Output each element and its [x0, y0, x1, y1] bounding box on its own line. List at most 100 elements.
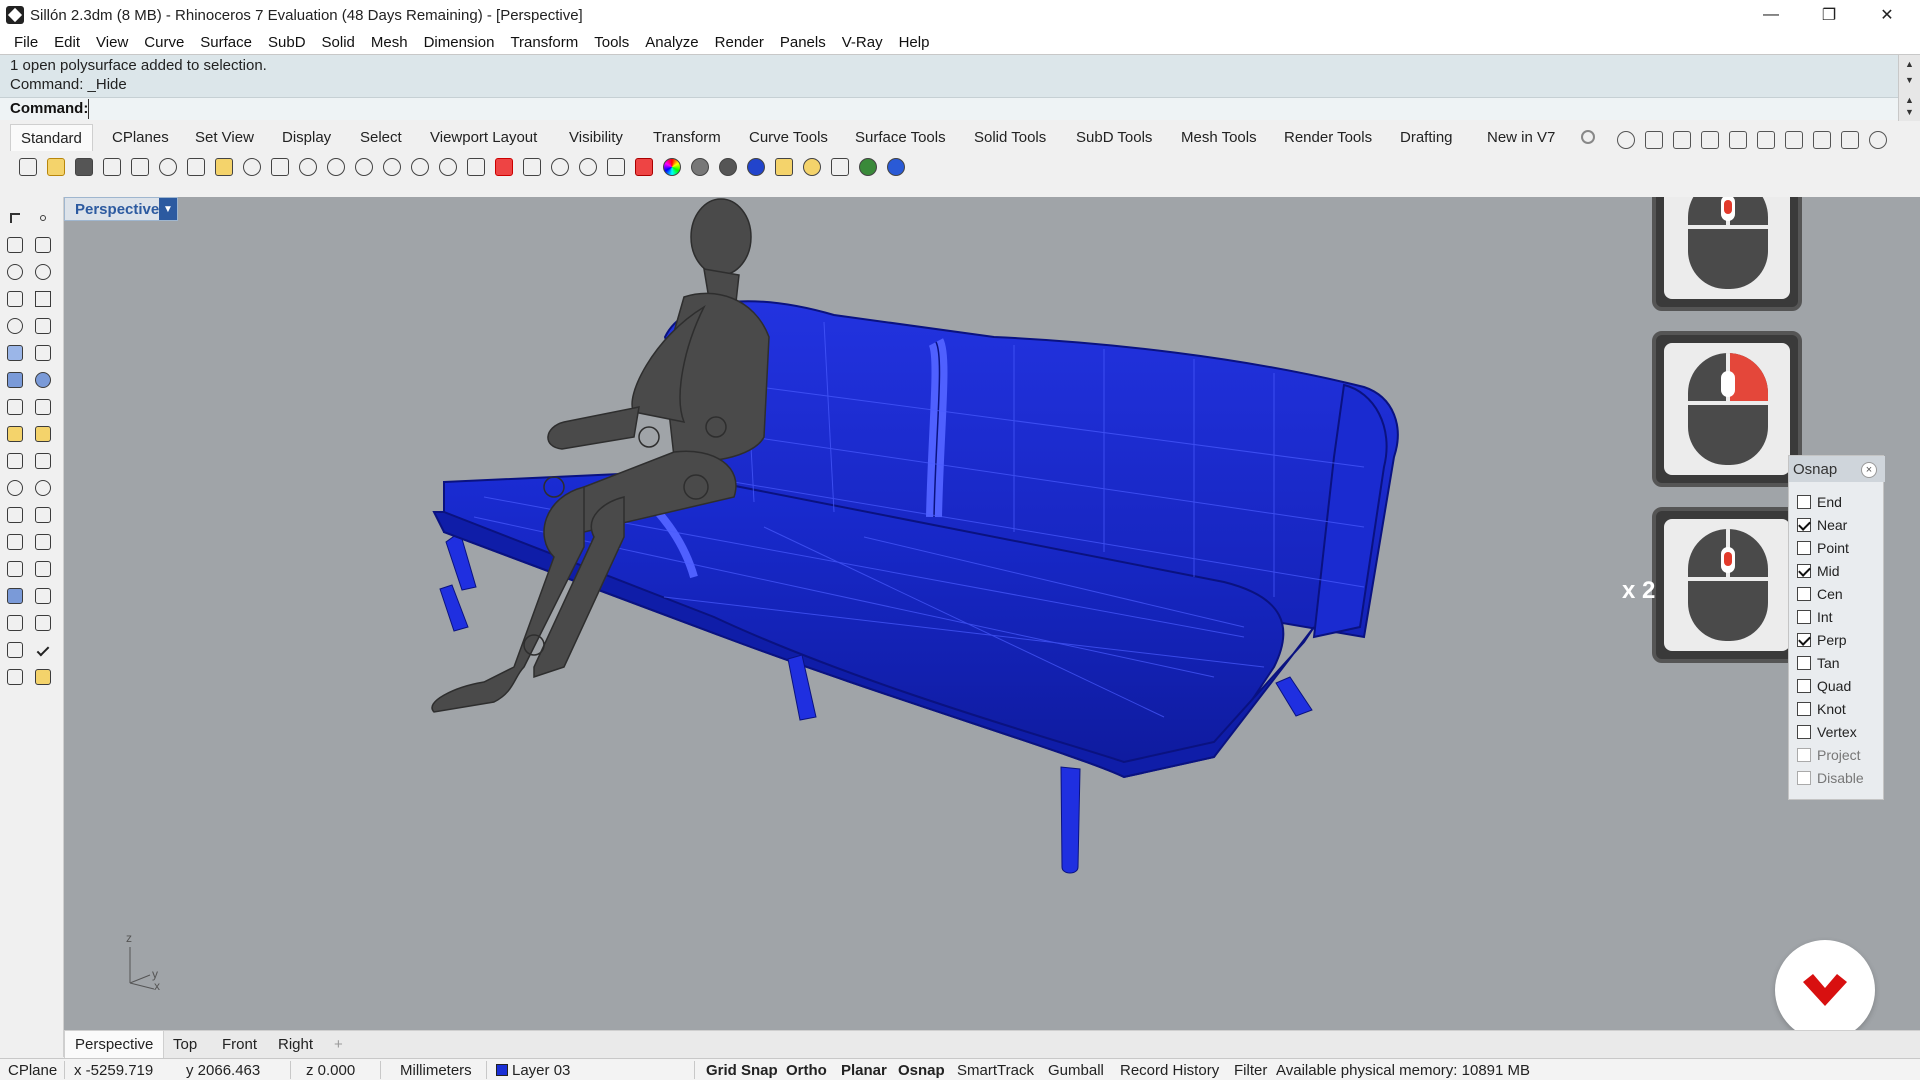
- osnap-project[interactable]: Project: [1797, 745, 1861, 765]
- grid-array-icon[interactable]: [4, 612, 26, 634]
- point-icon[interactable]: [32, 207, 54, 229]
- surface-edge-icon[interactable]: [32, 342, 54, 364]
- tab-cplanes[interactable]: CPlanes: [112, 129, 169, 146]
- show-icon[interactable]: [546, 154, 574, 180]
- zoom-in-icon[interactable]: [322, 154, 350, 180]
- tab-curve-tools[interactable]: Curve Tools: [749, 129, 828, 146]
- status-grid-snap[interactable]: Grid Snap: [706, 1062, 778, 1079]
- vtab-top[interactable]: Top: [173, 1036, 197, 1053]
- cone-icon[interactable]: [1724, 127, 1752, 153]
- open-icon[interactable]: [42, 154, 70, 180]
- check-icon[interactable]: [32, 639, 54, 661]
- menu-edit[interactable]: Edit: [46, 34, 88, 51]
- paint-icon[interactable]: [32, 666, 54, 688]
- analyze-icon[interactable]: [32, 612, 54, 634]
- menu-transform[interactable]: Transform: [502, 34, 586, 51]
- vtab-front[interactable]: Front: [222, 1036, 257, 1053]
- tab-mesh-tools[interactable]: Mesh Tools: [1181, 129, 1257, 146]
- mirror-icon[interactable]: [32, 585, 54, 607]
- menu-surface[interactable]: Surface: [192, 34, 260, 51]
- hand-icon[interactable]: [1836, 127, 1864, 153]
- osnap-int[interactable]: Int: [1797, 607, 1833, 627]
- menu-file[interactable]: File: [6, 34, 46, 51]
- scroll-down-icon[interactable]: ▼: [1905, 75, 1914, 85]
- osnap-tan[interactable]: Tan: [1797, 653, 1840, 673]
- perspective-viewport[interactable]: Perspective ▼ x 2 Osnap × End Near Point…: [64, 197, 1920, 1030]
- filter-icon[interactable]: [770, 154, 798, 180]
- mesh-tool-icon[interactable]: [32, 396, 54, 418]
- tab-solid-tools[interactable]: Solid Tools: [974, 129, 1046, 146]
- dimension-icon[interactable]: [4, 450, 26, 472]
- osnap-knot[interactable]: Knot: [1797, 699, 1846, 719]
- blue-sphere-icon[interactable]: [742, 154, 770, 180]
- draft-tool-icon[interactable]: [32, 423, 54, 445]
- tab-standard[interactable]: Standard: [10, 124, 93, 151]
- boolean-icon[interactable]: [32, 369, 54, 391]
- zoom-selected-icon[interactable]: [406, 154, 434, 180]
- arc-icon[interactable]: [4, 288, 26, 310]
- box-icon[interactable]: [1640, 127, 1668, 153]
- tab-select[interactable]: Select: [360, 129, 402, 146]
- save-icon[interactable]: [70, 154, 98, 180]
- tab-transform[interactable]: Transform: [653, 129, 721, 146]
- sub-icon[interactable]: [1780, 127, 1808, 153]
- polygon-icon[interactable]: [4, 315, 26, 337]
- menu-curve[interactable]: Curve: [136, 34, 192, 51]
- object-properties-icon[interactable]: [1612, 127, 1640, 153]
- tab-display[interactable]: Display: [282, 129, 331, 146]
- group-icon[interactable]: [4, 477, 26, 499]
- rotate-view-icon[interactable]: [294, 154, 322, 180]
- surface-icon[interactable]: [4, 342, 26, 364]
- status-record-history[interactable]: Record History: [1120, 1062, 1219, 1079]
- osnap-header[interactable]: Osnap ×: [1789, 456, 1885, 482]
- zoom-extents-icon[interactable]: [378, 154, 406, 180]
- menu-mesh[interactable]: Mesh: [363, 34, 416, 51]
- add-viewport-tab-icon[interactable]: +: [334, 1036, 343, 1053]
- close-button[interactable]: ✕: [1858, 0, 1916, 30]
- osnap-cen[interactable]: Cen: [1797, 584, 1843, 604]
- settings-icon[interactable]: [798, 154, 826, 180]
- cut-icon[interactable]: [154, 154, 182, 180]
- paste-icon[interactable]: [210, 154, 238, 180]
- status-smarttrack[interactable]: SmartTrack: [957, 1062, 1034, 1079]
- menu-solid[interactable]: Solid: [314, 34, 363, 51]
- hide-icon[interactable]: [518, 154, 546, 180]
- tab-subd-tools[interactable]: SubD Tools: [1076, 129, 1152, 146]
- globe-icon[interactable]: [854, 154, 882, 180]
- menu-help[interactable]: Help: [891, 34, 938, 51]
- vtab-right[interactable]: Right: [278, 1036, 313, 1053]
- command-scrollbar[interactable]: ▲ ▼ ▲ ▼: [1898, 55, 1920, 121]
- curve-icon[interactable]: [32, 234, 54, 256]
- minimize-button[interactable]: —: [1742, 0, 1800, 30]
- scroll-up-icon[interactable]: ▲: [1905, 59, 1914, 69]
- rotate-icon[interactable]: [434, 154, 462, 180]
- explode-icon[interactable]: [32, 504, 54, 526]
- light-icon[interactable]: [574, 154, 602, 180]
- render-sphere-icon[interactable]: [714, 154, 742, 180]
- command-input[interactable]: [88, 99, 1888, 119]
- zoom-window-icon[interactable]: [350, 154, 378, 180]
- menu-view[interactable]: View: [88, 34, 136, 51]
- new-icon[interactable]: [14, 154, 42, 180]
- tabs-settings-icon[interactable]: [1581, 130, 1595, 144]
- osnap-perp[interactable]: Perp: [1797, 630, 1847, 650]
- move-icon[interactable]: [826, 154, 854, 180]
- status-units[interactable]: Millimeters: [400, 1062, 472, 1079]
- menu-analyze[interactable]: Analyze: [637, 34, 706, 51]
- help-icon[interactable]: [882, 154, 910, 180]
- cylinder-icon[interactable]: [1668, 127, 1696, 153]
- export-icon[interactable]: [126, 154, 154, 180]
- lock-icon[interactable]: [602, 154, 630, 180]
- layer-tool-icon[interactable]: [4, 666, 26, 688]
- ellipse-icon[interactable]: [32, 261, 54, 283]
- osnap-near[interactable]: Near: [1797, 515, 1847, 535]
- sphere-solid-icon[interactable]: [1696, 127, 1724, 153]
- status-filter[interactable]: Filter: [1234, 1062, 1267, 1079]
- split-icon[interactable]: [32, 531, 54, 553]
- polyline-icon[interactable]: [4, 234, 26, 256]
- pan-icon[interactable]: [266, 154, 294, 180]
- extrude-icon[interactable]: [4, 396, 26, 418]
- join-icon[interactable]: [4, 504, 26, 526]
- tab-viewport-layout[interactable]: Viewport Layout: [430, 129, 537, 146]
- undo-icon[interactable]: [238, 154, 266, 180]
